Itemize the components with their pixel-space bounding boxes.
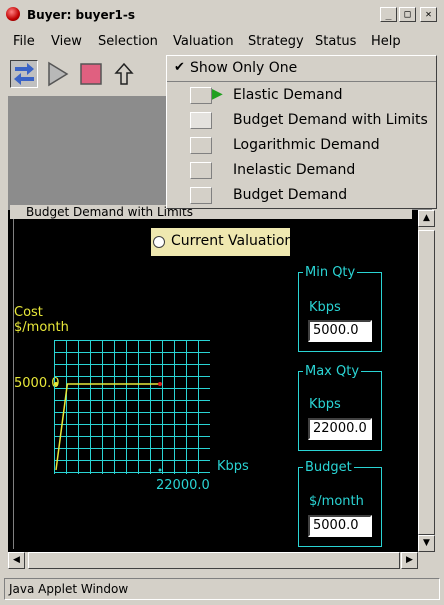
x-tick-marker [158, 468, 162, 472]
stop-button[interactable] [77, 60, 105, 88]
elastic-demand-checkbox[interactable] [190, 87, 212, 104]
cost-unit-label: $/month [14, 320, 69, 335]
logarithmic-checkbox[interactable] [190, 137, 212, 154]
maximize-button[interactable]: □ [399, 7, 416, 22]
budget-limits-checkbox[interactable] [190, 112, 212, 129]
swap-icon [14, 63, 34, 85]
valuation-chart[interactable] [54, 340, 210, 474]
budget-demand-checkbox[interactable] [190, 187, 212, 204]
scroll-left-button[interactable]: ◀ [8, 552, 25, 569]
menu-item-budget-demand[interactable]: Budget Demand [233, 187, 347, 203]
vertical-scroll-thumb[interactable] [418, 230, 435, 535]
menu-file[interactable]: File [13, 34, 35, 49]
inelastic-checkbox[interactable] [190, 162, 212, 179]
up-button[interactable] [110, 60, 138, 88]
current-valuation-radio[interactable] [153, 236, 165, 248]
valuation-dropdown-menu: ✔ Show Only One ▶ Elastic Demand Budget … [166, 55, 437, 209]
scroll-down-button[interactable]: ▼ [418, 535, 435, 552]
menu-status[interactable]: Status [315, 34, 356, 49]
play-icon [48, 61, 69, 87]
horizontal-scrollbar[interactable]: ◀ ▶ [8, 552, 435, 569]
budget-unit: $/month [309, 494, 364, 509]
window-title: Buyer: buyer1-s [27, 8, 136, 22]
cost-label: Cost [14, 305, 43, 320]
y-tick-label: 5000.0 [14, 376, 60, 391]
menu-divider [167, 81, 436, 82]
scroll-up-button[interactable]: ▲ [418, 210, 435, 227]
menu-item-show-only-one[interactable]: Show Only One [190, 60, 297, 76]
budget-title: Budget [303, 460, 354, 475]
budget-field[interactable]: 5000.0 [308, 515, 372, 537]
max-qty-unit: Kbps [309, 397, 341, 412]
horizontal-scroll-thumb[interactable] [28, 552, 400, 569]
menu-strategy[interactable]: Strategy [248, 34, 304, 49]
play-button[interactable] [44, 60, 72, 88]
up-arrow-icon [114, 62, 134, 85]
x-axis-label: Kbps [217, 459, 249, 474]
menu-view[interactable]: View [51, 34, 82, 49]
y-tick-marker [54, 382, 58, 386]
valuation-curve [55, 383, 160, 471]
x-tick-label: 22000.0 [156, 478, 210, 493]
menu-valuation[interactable]: Valuation [173, 34, 234, 49]
menu-item-inelastic-demand[interactable]: Inelastic Demand [233, 162, 355, 178]
current-valuation-label: Current Valuation [171, 233, 294, 249]
min-qty-field[interactable]: 5000.0 [308, 320, 372, 342]
stop-icon [80, 63, 102, 85]
vertical-scrollbar[interactable]: ▲ ▼ [418, 210, 435, 552]
max-qty-field[interactable]: 22000.0 [308, 418, 372, 440]
selected-arrow-icon: ▶ [212, 86, 223, 102]
title-bar[interactable]: Buyer: buyer1-s _ □ ✕ [0, 0, 444, 30]
min-qty-title: Min Qty [303, 265, 358, 280]
min-qty-unit: Kbps [309, 300, 341, 315]
java-app-icon [6, 7, 20, 21]
minimize-button[interactable]: _ [380, 7, 397, 22]
menu-bar: File View Selection Valuation Strategy S… [0, 31, 444, 53]
swap-button[interactable] [10, 60, 38, 88]
show-only-one-check-icon: ✔ [174, 60, 185, 75]
menu-item-logarithmic-demand[interactable]: Logarithmic Demand [233, 137, 380, 153]
scroll-right-button[interactable]: ▶ [401, 552, 418, 569]
menu-selection[interactable]: Selection [98, 34, 158, 49]
menu-item-budget-demand-with-limits[interactable]: Budget Demand with Limits [233, 112, 428, 128]
menu-item-elastic-demand[interactable]: Elastic Demand [233, 87, 343, 103]
status-bar: Java Applet Window [4, 578, 440, 600]
max-qty-title: Max Qty [303, 364, 362, 379]
end-point-marker [158, 382, 162, 386]
menu-help[interactable]: Help [371, 34, 401, 49]
chart-grid [54, 340, 210, 474]
close-button[interactable]: ✕ [420, 7, 437, 22]
